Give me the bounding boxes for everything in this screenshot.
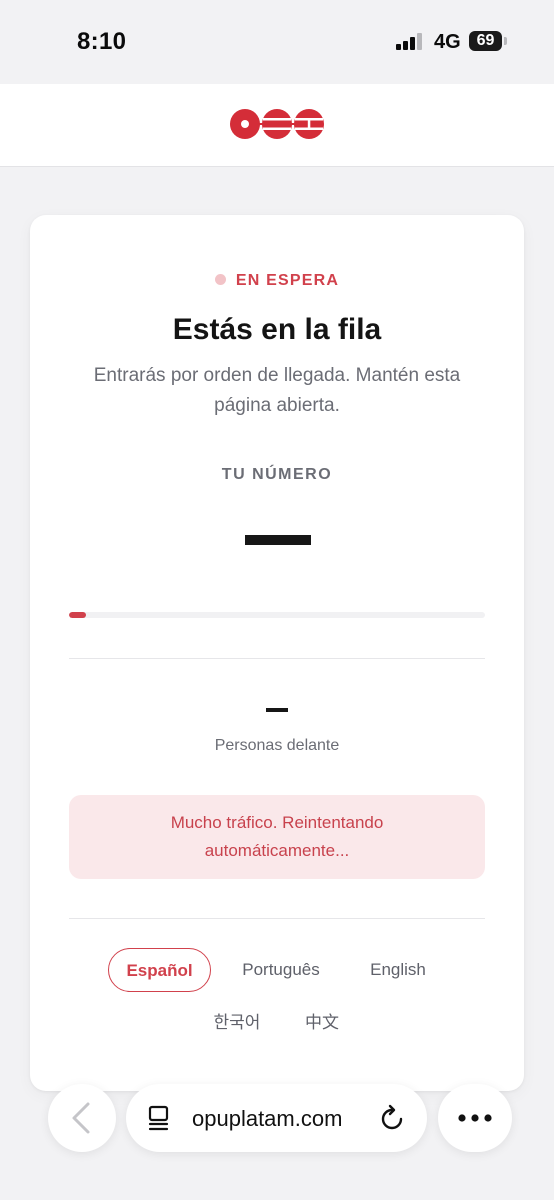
- language-option-pt[interactable]: Português: [226, 948, 336, 992]
- traffic-alert: Mucho tráfico. Reintentando automáticame…: [69, 795, 485, 879]
- language-option-zh[interactable]: 中文: [292, 1005, 352, 1041]
- page-title: Estás en la fila: [172, 313, 382, 346]
- reload-icon[interactable]: [377, 1104, 407, 1134]
- battery-tip: [504, 37, 507, 45]
- language-option-en[interactable]: English: [354, 948, 442, 992]
- network-type: 4G: [434, 31, 461, 53]
- browser-toolbar: opuplatam.com: [0, 1076, 554, 1200]
- status-indicator: EN ESPERA: [30, 272, 524, 290]
- more-icon: [458, 1114, 492, 1122]
- more-button[interactable]: [438, 1084, 512, 1152]
- tabs-icon[interactable]: [146, 1104, 174, 1132]
- divider: [69, 918, 485, 919]
- queue-progress-bar: [69, 612, 485, 618]
- brand-logo-icon[interactable]: [229, 108, 325, 140]
- back-button[interactable]: [48, 1084, 116, 1152]
- back-icon: [72, 1102, 90, 1134]
- battery-icon: 69: [469, 31, 502, 51]
- site-header: [0, 84, 554, 167]
- page-subtitle: Entrarás por orden de llegada. Mantén es…: [93, 365, 461, 416]
- address-bar[interactable]: opuplatam.com: [126, 1084, 427, 1152]
- queue-number-placeholder: [245, 535, 311, 545]
- status-time: 8:10: [77, 28, 127, 55]
- people-ahead-placeholder: [266, 708, 288, 712]
- language-option-ko[interactable]: 한국어: [202, 1005, 272, 1041]
- status-bar: 8:10 4G 69: [0, 0, 554, 84]
- queue-card: EN ESPERA Estás en la fila Entrarás por …: [30, 215, 524, 1091]
- queue-number-label: TU NÚMERO: [221, 466, 333, 483]
- status-dot-icon: [214, 274, 226, 285]
- language-option-es[interactable]: Español: [108, 948, 211, 992]
- people-ahead-label: Personas delante: [214, 737, 340, 754]
- status-label: EN ESPERA: [235, 272, 340, 289]
- language-selector-row-2: 한국어 中文: [30, 1005, 524, 1041]
- divider: [69, 658, 485, 659]
- cellular-signal-icon: [396, 32, 424, 50]
- url-text: opuplatam.com: [192, 1106, 343, 1131]
- language-selector: Español Português English: [30, 948, 524, 994]
- queue-progress-fill: [69, 612, 86, 618]
